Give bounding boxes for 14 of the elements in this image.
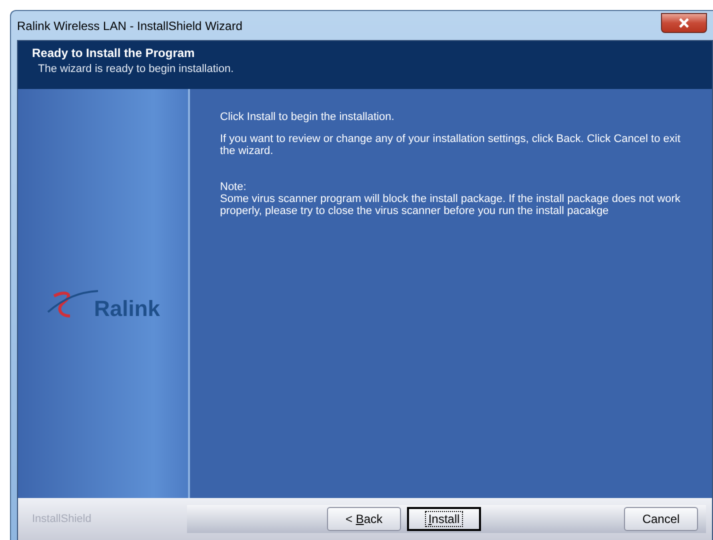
instruction-text: Click Install to begin the installation. <box>220 111 396 123</box>
window-title: Ralink Wireless LAN - InstallShield Wizard <box>17 18 242 32</box>
logo-text: Ralink <box>94 296 160 322</box>
wizard-button[interactable]: Cancel <box>624 507 698 531</box>
close-button[interactable] <box>661 12 707 32</box>
note-label: Note: <box>220 181 248 193</box>
wizard-button[interactable]: < Back <box>327 507 401 531</box>
note-text: Some virus scanner program will block the install package. If the install package does not work properly, please try to close the virus scanner before you run the install pacakge <box>220 193 682 217</box>
page-subtitle: The wizard is ready to begin installation. <box>37 63 235 75</box>
instruction-text: If you want to review or change any of your installation settings, click Back. Click Cancel to exit the wizard. <box>220 133 682 157</box>
close-icon <box>678 18 690 28</box>
page-heading: Ready to Install the Program <box>32 46 196 60</box>
installshield-label: InstallShield <box>31 513 92 525</box>
wizard-button[interactable]: Install <box>407 507 481 531</box>
